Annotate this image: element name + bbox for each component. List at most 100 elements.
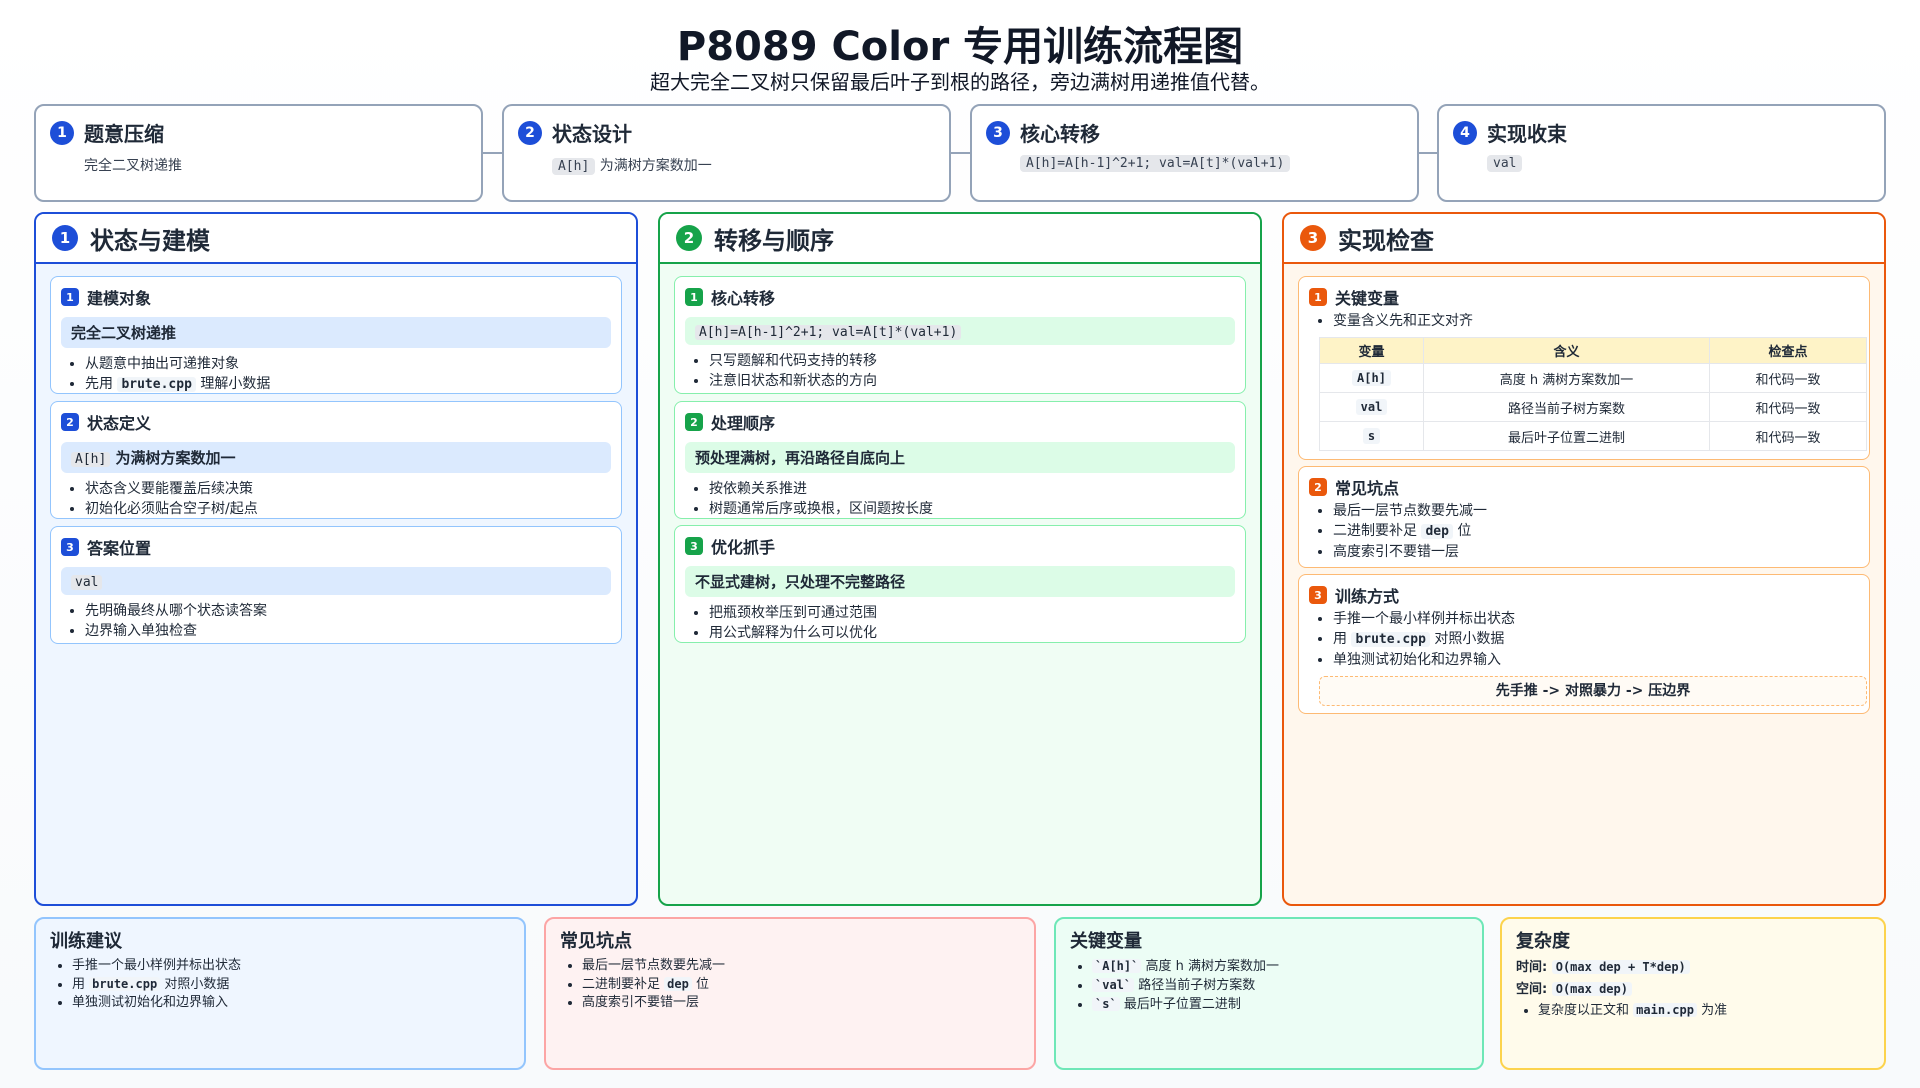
page-title: P8089 Color 专用训练流程图 — [676, 24, 1244, 70]
step-number-badge: 1 — [50, 120, 74, 145]
step-code: val — [1487, 155, 1523, 172]
column-number-badge: 2 — [676, 225, 702, 251]
column-title: 状态与建模 — [90, 226, 210, 255]
card-number-badge: 2 — [61, 413, 79, 431]
step-4: 4 实现收束 val — [1437, 104, 1886, 202]
variables-table: 变量 含义 检查点 A[h] 高度 h 满树方案数加一 和代码一致 val 路径… — [1319, 337, 1867, 451]
table-cell: 和代码一致 — [1709, 392, 1867, 422]
card-highlight: val — [61, 567, 611, 595]
step-3: 3 核心转移 A[h]=A[h-1]^2+1; val=A[t]*(val+1) — [970, 104, 1419, 202]
bullet: 按依赖关系推进 — [709, 479, 1235, 499]
table-cell: A[h] — [1352, 369, 1391, 386]
bullet: 只写题解和代码支持的转移 — [709, 351, 1235, 371]
card-title: 状态定义 — [87, 414, 152, 433]
step-desc: 为满树方案数加一 — [599, 158, 712, 174]
space-complexity: 空间: O(max dep) — [1516, 978, 1870, 997]
card-pitfalls: 2 常见坑点 最后一层节点数要先减一 二进制要补足 dep 位 高度索引不要错一层 — [1298, 466, 1870, 568]
summary-title: 常见坑点 — [560, 931, 632, 952]
card-number-badge: 3 — [685, 537, 703, 555]
column-title: 实现检查 — [1338, 226, 1434, 255]
inline-code: val — [71, 575, 103, 590]
step-connector — [951, 152, 971, 154]
bullet: 状态含义要能覆盖后续决策 — [85, 479, 611, 499]
bullet: 二进制要补足 dep 位 — [1333, 521, 1859, 542]
inline-code: brute.cpp — [89, 977, 161, 991]
card-highlight: A[h] 为满树方案数加一 — [61, 442, 611, 473]
training-flow: 先手推 -> 对照暴力 -> 压边界 — [1319, 676, 1867, 706]
step-row: 1 题意压缩 完全二叉树递推 2 状态设计 A[h] 为满树方案数加一 3 核心转移 … — [34, 104, 1886, 202]
page-subtitle: 超大完全二叉树只保留最后叶子到根的路径，旁边满树用递推值代替。 — [650, 70, 1270, 94]
bullet: 最后一层节点数要先减一 — [582, 957, 1020, 975]
bullet: 树题通常后序或换根，区间题按长度 — [709, 499, 1235, 519]
card-number-badge: 3 — [1309, 586, 1327, 604]
column-transfer: 2 转移与顺序 1 核心转移 A[h]=A[h-1]^2+1; val=A[t]*(… — [658, 212, 1262, 906]
bullet: 初始化必须贴合空子树/起点 — [85, 499, 611, 519]
bullet: 先明确最终从哪个状态读答案 — [85, 601, 611, 621]
bullet: 复杂度以正文和 main.cpp 为准 — [1538, 1001, 1870, 1020]
bullet: 最后一层节点数要先减一 — [1333, 501, 1859, 521]
table-cell: val — [1355, 398, 1388, 415]
card-number-badge: 2 — [685, 413, 703, 431]
column-number-badge: 3 — [1300, 225, 1326, 251]
column-title: 转移与顺序 — [714, 226, 834, 255]
summary-training: 训练建议 手推一个最小样例并标出状态 用 brute.cpp 对照小数据 单独测… — [34, 917, 526, 1070]
inline-code: A[h]=A[h-1]^2+1; val=A[t]*(val+1) — [695, 325, 962, 340]
column-number-badge: 1 — [52, 225, 78, 251]
table-row: s 最后叶子位置二进制 和代码一致 — [1319, 421, 1867, 451]
bullet: `A[h]` 高度 h 满树方案数加一 — [1092, 957, 1468, 976]
inline-code: dep — [664, 977, 692, 991]
bullet: `s` 最后叶子位置二进制 — [1092, 995, 1468, 1014]
table-cell: s — [1362, 427, 1381, 444]
table-header: 变量 — [1319, 337, 1424, 364]
inline-code: brute.cpp — [117, 377, 196, 392]
card-highlight: 不显式建树，只处理不完整路径 — [685, 566, 1235, 597]
card-title: 核心转移 — [711, 289, 776, 308]
card-highlight: 完全二叉树递推 — [61, 317, 611, 348]
summary-complexity: 复杂度 时间: O(max dep + T*dep) 空间: O(max dep… — [1500, 917, 1886, 1070]
card-answer-position: 3 答案位置 val 先明确最终从哪个状态读答案 边界输入单独检查 — [50, 526, 622, 644]
step-title: 实现收束 — [1487, 122, 1567, 146]
summary-title: 复杂度 — [1516, 931, 1570, 952]
inline-code: `A[h]` — [1092, 959, 1142, 973]
step-desc: 完全二叉树递推 — [84, 158, 182, 174]
bullet: 高度索引不要错一层 — [582, 994, 1020, 1012]
bullet: `val` 路径当前子树方案数 — [1092, 976, 1468, 995]
summary-variables: 关键变量 `A[h]` 高度 h 满树方案数加一 `val` 路径当前子树方案数… — [1054, 917, 1484, 1070]
step-title: 题意压缩 — [84, 122, 164, 146]
summary-title: 训练建议 — [50, 931, 122, 952]
bullet: 手推一个最小样例并标出状态 — [1333, 609, 1859, 629]
bullet: 先用 brute.cpp 理解小数据 — [85, 374, 611, 395]
table-cell: 最后叶子位置二进制 — [1423, 421, 1710, 451]
inline-code: A[h] — [71, 452, 111, 467]
bullet: 单独测试初始化和边界输入 — [72, 994, 510, 1012]
card-title: 答案位置 — [87, 539, 152, 558]
bullet: 变量含义先和正文对齐 — [1333, 311, 1859, 331]
table-header: 检查点 — [1709, 337, 1867, 364]
table-cell: 路径当前子树方案数 — [1423, 392, 1710, 422]
column-implementation: 3 实现检查 1 关键变量 变量含义先和正文对齐 变量 含义 检查点 A[h] 高度… — [1282, 212, 1886, 906]
table-cell: 高度 h 满树方案数加一 — [1423, 363, 1710, 393]
inline-code: dep — [1421, 524, 1453, 539]
step-number-badge: 2 — [518, 120, 542, 145]
card-core-transition: 1 核心转移 A[h]=A[h-1]^2+1; val=A[t]*(val+1) … — [674, 276, 1246, 394]
bullet: 注意旧状态和新状态的方向 — [709, 371, 1235, 391]
bullet: 从题意中抽出可递推对象 — [85, 354, 611, 374]
step-2: 2 状态设计 A[h] 为满树方案数加一 — [502, 104, 951, 202]
card-title: 建模对象 — [87, 289, 152, 308]
table-row: val 路径当前子树方案数 和代码一致 — [1319, 392, 1867, 422]
inline-code: `val` — [1092, 978, 1135, 992]
time-complexity: 时间: O(max dep + T*dep) — [1516, 956, 1870, 975]
bullet: 用 brute.cpp 对照小数据 — [1333, 629, 1859, 650]
card-number-badge: 2 — [1309, 478, 1327, 496]
bullet: 二进制要补足 dep 位 — [582, 975, 1020, 994]
step-number-badge: 4 — [1453, 120, 1477, 145]
bullet: 手推一个最小样例并标出状态 — [72, 957, 510, 975]
step-code: A[h] — [552, 158, 596, 175]
card-title: 关键变量 — [1335, 289, 1400, 308]
card-key-variables: 1 关键变量 变量含义先和正文对齐 变量 含义 检查点 A[h] 高度 h 满树方… — [1298, 276, 1870, 460]
bullet: 边界输入单独检查 — [85, 621, 611, 641]
step-title: 核心转移 — [1020, 122, 1100, 146]
bullet: 单独测试初始化和边界输入 — [1333, 650, 1859, 670]
table-cell: 和代码一致 — [1709, 421, 1867, 451]
card-title: 优化抓手 — [711, 538, 776, 557]
